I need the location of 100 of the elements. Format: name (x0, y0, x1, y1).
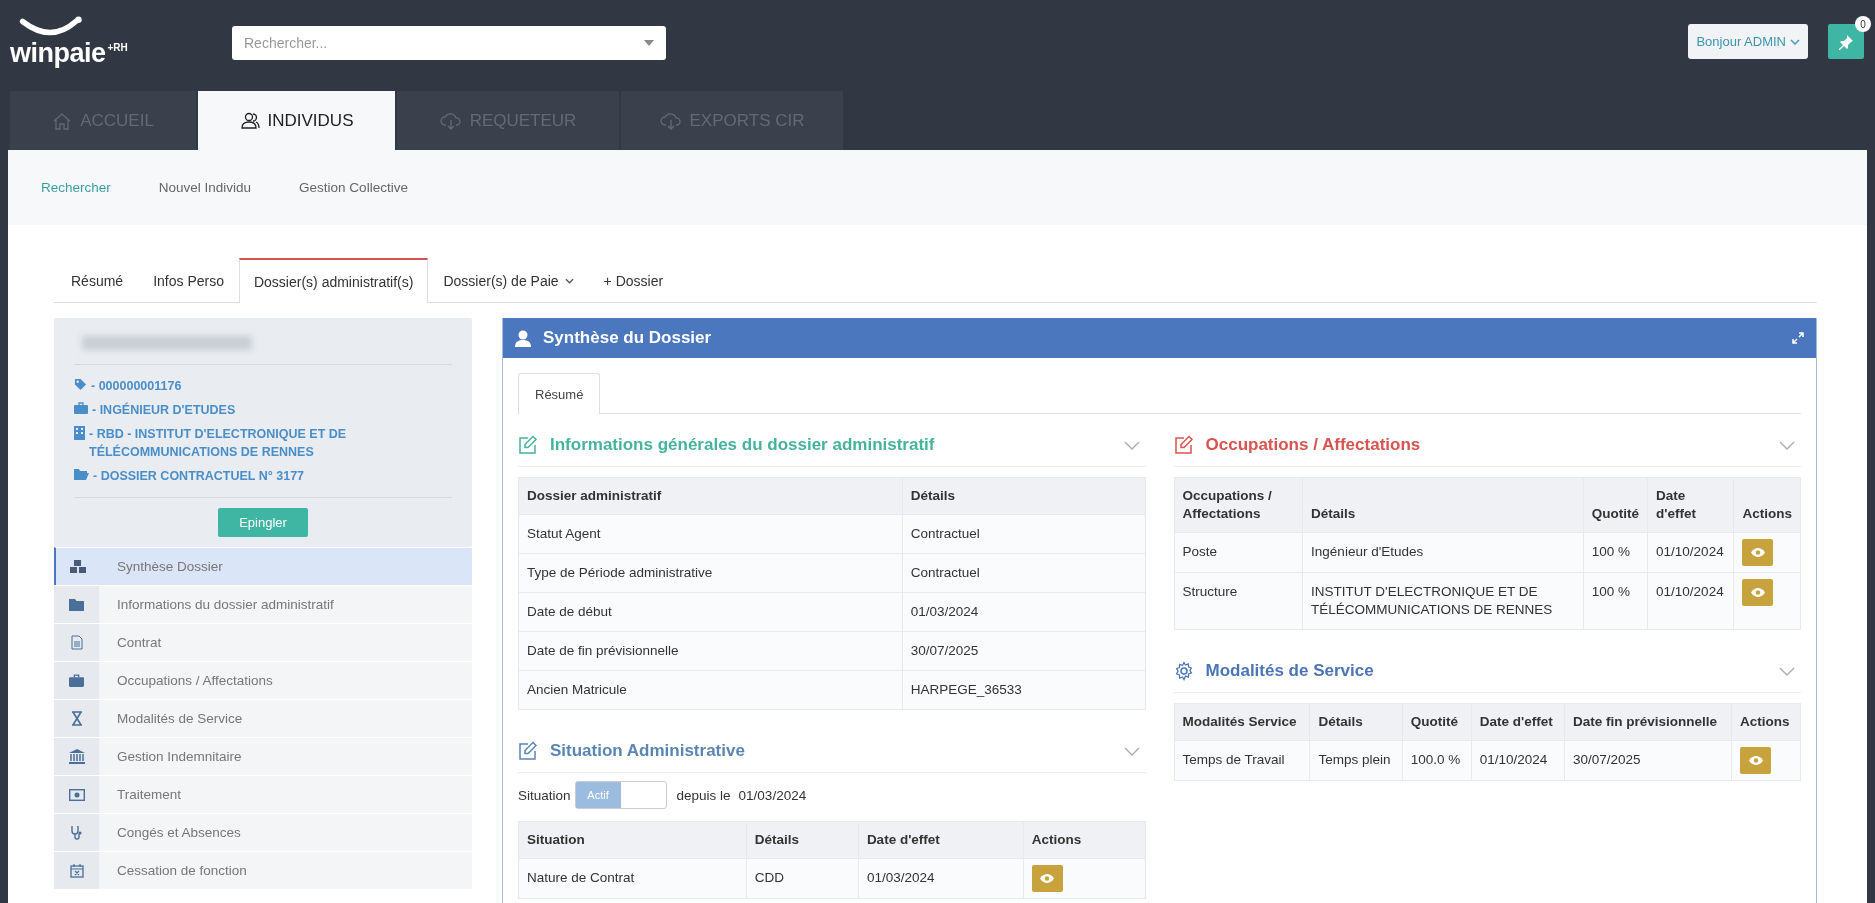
view-button[interactable] (1742, 539, 1774, 566)
view-button[interactable] (1031, 865, 1063, 892)
table-cell: Type de Période administrative (518, 553, 903, 593)
table-cell: Temps de Travail (1174, 740, 1310, 781)
expand-icon[interactable] (1792, 332, 1804, 344)
section-title: Situation Administrative (550, 741, 745, 761)
subnav-link[interactable]: Nouvel Individu (158, 180, 252, 195)
table-cell: Temps plein (1309, 740, 1403, 781)
since-label: depuis le (676, 787, 731, 803)
table-cell: Ancien Matricule (518, 670, 903, 710)
column-header: Modalités Service (1174, 703, 1310, 741)
user-icon (515, 329, 531, 347)
side-nav-item[interactable]: Informations du dossier administratif (54, 585, 472, 623)
users-icon (239, 110, 260, 131)
section-title: Modalités de Service (1205, 661, 1374, 681)
side-nav-item[interactable]: Congés et Absences (54, 813, 472, 851)
view-button[interactable] (1742, 579, 1774, 606)
chevron-down-icon[interactable] (1779, 666, 1795, 676)
table-cell: 30/07/2025 (1564, 740, 1732, 781)
caret-icon (644, 40, 654, 46)
table-cell: 01/03/2024 (858, 858, 1024, 899)
search-field[interactable]: Rechercher... (232, 26, 666, 60)
chevron-down-icon[interactable] (1123, 440, 1140, 450)
table-cell: Structure (1174, 572, 1303, 630)
subnav-link[interactable]: Gestion Collective (299, 180, 408, 195)
table-cell: 01/10/2024 (1471, 740, 1565, 781)
chevron-down-icon (1790, 38, 1800, 45)
briefcase-icon (69, 674, 84, 687)
table-cell: 01/10/2024 (1647, 572, 1734, 630)
record-tab[interactable]: Dossier(s) administratif(s) (238, 258, 429, 303)
column-header: Quotité (1583, 477, 1648, 533)
summary-line: - RBD - INSTITUT D'ELECTRONIQUE ET DE TÉLÉCOMMUNICATIONS DE RENNES (89, 426, 348, 461)
table-cell: INSTITUT D'ELECTRONIQUE ET DE TÉLÉCOMMUNICATIONS DE RENNES (1302, 572, 1584, 630)
pin-icon (1838, 33, 1854, 50)
logo-suffix: +RH (107, 42, 128, 53)
section-title: Informations générales du dossier administratif (550, 435, 935, 455)
column-header: Actions (1023, 821, 1145, 859)
side-nav-item[interactable]: Gestion Indemnitaire (54, 737, 472, 775)
user-menu-button[interactable]: Bonjour ADMIN (1688, 24, 1808, 59)
pin-record-button[interactable]: Epingler (218, 508, 308, 537)
table-cell: HARPEGE_36533 (902, 670, 1145, 710)
record-tab[interactable]: Résumé (54, 258, 139, 303)
folder-icon (74, 468, 89, 480)
side-nav-item[interactable]: Modalités de Service (54, 699, 472, 737)
side-nav-item[interactable]: Cessation de fonction (54, 851, 472, 889)
cubes-icon (68, 558, 87, 575)
stethoscope-icon (70, 825, 83, 840)
briefcase-icon (74, 402, 88, 414)
eye-icon (1040, 874, 1055, 883)
panel-tab[interactable]: Résumé (518, 373, 601, 414)
eye-icon (1750, 588, 1765, 597)
side-nav-item[interactable]: Synthèse Dossier (54, 547, 472, 585)
side-nav-item[interactable]: Occupations / Affectations (54, 661, 472, 699)
banknote-icon (68, 788, 85, 801)
column-header: Date d'effet (1471, 703, 1565, 741)
record-tab[interactable]: + Dossier (588, 258, 679, 303)
subnav-link[interactable]: Rechercher (41, 180, 111, 195)
chevron-down-icon[interactable] (1123, 746, 1140, 756)
situation-label: Situation (518, 787, 571, 803)
column-header: Actions (1731, 703, 1801, 741)
since-date: 01/03/2024 (738, 787, 807, 803)
table-cell: CDD (746, 858, 859, 899)
column-header: Détails (902, 477, 1145, 515)
main-tab[interactable]: INDIVIDUS (198, 91, 395, 150)
table-cell: 01/10/2024 (1647, 532, 1734, 573)
table-cell: Date de début (518, 592, 903, 632)
eye-icon (1750, 548, 1765, 557)
eye-icon (1748, 756, 1763, 765)
bank-icon (68, 749, 85, 764)
column-header: Situation (518, 821, 747, 859)
column-header: Date d'effet (1647, 477, 1734, 533)
summary-line: - INGÉNIEUR D'ETUDES (92, 401, 236, 419)
column-header: Détails (746, 821, 859, 859)
column-header: Occupations / Affectations (1174, 477, 1303, 533)
panel-title: Synthèse du Dossier (543, 328, 712, 348)
table-cell: Date de fin prévisionnelle (518, 631, 903, 671)
column-header: Quotité (1402, 703, 1472, 741)
cloud-download-icon (439, 110, 462, 131)
side-nav-item[interactable]: Traitement (54, 775, 472, 813)
cloud-download-icon (659, 110, 682, 131)
column-header: Détails (1309, 703, 1403, 741)
column-header: Actions (1733, 477, 1801, 533)
table-cell: 30/07/2025 (902, 631, 1145, 671)
table-cell: 01/03/2024 (902, 592, 1145, 632)
table-cell: 100.0 % (1402, 740, 1472, 781)
column-header: Date fin prévisionnelle (1564, 703, 1732, 741)
record-tab[interactable]: Infos Perso (138, 258, 239, 303)
side-nav-item[interactable]: Contrat (54, 623, 472, 661)
table-cell: Ingénieur d'Etudes (1302, 532, 1584, 573)
chevron-down-icon[interactable] (1779, 440, 1795, 450)
summary-line: - DOSSIER CONTRACTUEL N° 3177 (93, 468, 305, 485)
logo-wordmark: winpaie (10, 38, 106, 68)
table-cell: Contractuel (902, 514, 1145, 554)
notification-badge: 0 (1855, 16, 1871, 32)
section-title: Occupations / Affectations (1205, 435, 1421, 455)
record-tab[interactable]: Dossier(s) de Paie (428, 258, 589, 303)
summary-line: - 000000001176 (91, 378, 182, 395)
view-button[interactable] (1740, 747, 1771, 774)
column-header: Dossier administratif (518, 477, 903, 515)
calendar-x-icon (69, 863, 84, 878)
